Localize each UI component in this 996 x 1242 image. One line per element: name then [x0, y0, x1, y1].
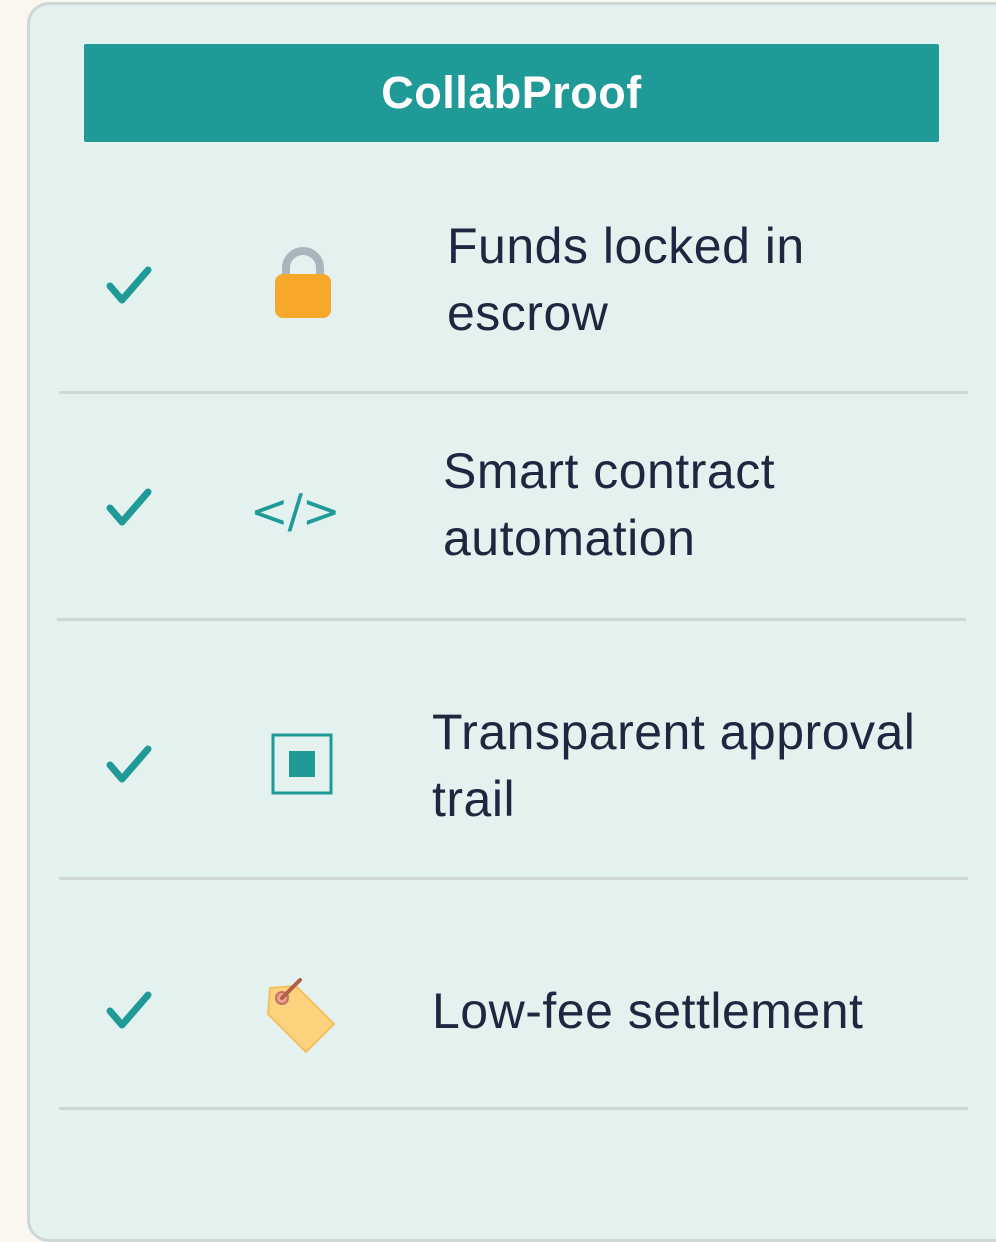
checkmark-icon — [106, 991, 152, 1029]
checkmark-icon — [106, 266, 152, 304]
row-divider — [59, 1107, 968, 1110]
feature-label-escrow: Funds locked in escrow — [447, 218, 805, 341]
price-tag-icon — [267, 978, 335, 1053]
feature-label-approval-trail: Transparent approval trail — [432, 704, 916, 827]
row-divider — [59, 391, 968, 394]
feature-label-low-fee: Low-fee settlement — [432, 983, 864, 1039]
row-divider — [57, 618, 966, 621]
ballot-box-icon — [271, 733, 333, 795]
feature-card — [27, 2, 996, 1242]
checkmark-icon — [106, 488, 152, 526]
brand-header: CollabProof — [84, 44, 939, 142]
feature-label-smart-contract: Smart contract automation — [443, 443, 776, 566]
code-icon: </> — [250, 484, 341, 538]
checkmark-icon — [106, 745, 152, 783]
row-divider — [59, 877, 968, 880]
lock-icon — [275, 247, 331, 318]
brand-title: CollabProof — [381, 67, 642, 118]
